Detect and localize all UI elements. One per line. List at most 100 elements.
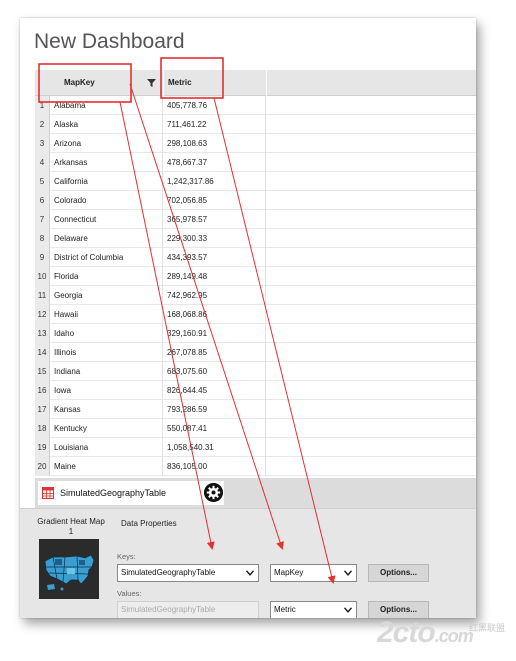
- table-row[interactable]: 6 Colorado 702,056.85: [35, 191, 476, 210]
- table-tab-bar: SimulatedGeographyTable: [35, 478, 476, 508]
- table-row[interactable]: 9 District of Columbia 434,393.57: [35, 248, 476, 267]
- table-row[interactable]: 4 Arkansas 478,667.37: [35, 153, 476, 172]
- values-column-value: Metric: [274, 605, 296, 614]
- row-number: 13: [35, 324, 50, 343]
- watermark-logo: 2cto.com: [377, 616, 474, 649]
- mapkey-cell: Florida: [50, 267, 163, 286]
- mapkey-cell: Delaware: [50, 229, 163, 248]
- mapkey-cell: Kentucky: [50, 419, 163, 438]
- mapkey-cell: Alaska: [50, 115, 163, 134]
- table-row[interactable]: 8 Delaware 229,300.33: [35, 229, 476, 248]
- metric-cell: 229,300.33: [163, 229, 266, 248]
- chevron-down-icon: [246, 570, 254, 576]
- metric-cell: 683,075.60: [163, 362, 266, 381]
- table-body: 1 Alabama 405,778.76 2 Alaska 711,461.22 3 Ariz…: [35, 96, 476, 476]
- mapkey-cell: Maine: [50, 457, 163, 476]
- table-row[interactable]: 1 Alabama 405,778.76: [35, 96, 476, 115]
- table-row[interactable]: 10 Florida 289,149.48: [35, 267, 476, 286]
- metric-cell: 298,108.63: [163, 134, 266, 153]
- keys-table-select[interactable]: SimulatedGeographyTable: [117, 564, 259, 582]
- keys-column-value: MapKey: [274, 568, 304, 577]
- mapkey-cell: Georgia: [50, 286, 163, 305]
- metric-cell: 1,058,540.31: [163, 438, 266, 457]
- table-row[interactable]: 19 Louisiana 1,058,540.31: [35, 438, 476, 457]
- row-number: 10: [35, 267, 50, 286]
- row-number: 17: [35, 400, 50, 419]
- metric-cell: 478,667.37: [163, 153, 266, 172]
- values-table-value: SimulatedGeographyTable: [121, 605, 216, 614]
- tab-simulated-geography-table[interactable]: SimulatedGeographyTable: [38, 481, 224, 505]
- chevron-down-icon: [344, 607, 352, 613]
- metric-cell: 711,461.22: [163, 115, 266, 134]
- metric-cell: 168,068.86: [163, 305, 266, 324]
- data-table: MapKey Metric 1 Alabama 405,778.76 2 Alaska 7…: [35, 70, 476, 476]
- table-row[interactable]: 3 Arizona 298,108.63: [35, 134, 476, 153]
- column-header-mapkey[interactable]: MapKey: [50, 70, 160, 96]
- metric-cell: 550,087.41: [163, 419, 266, 438]
- mapkey-cell: Arizona: [50, 134, 163, 153]
- mapkey-cell: Arkansas: [50, 153, 163, 172]
- mapkey-cell: California: [50, 172, 163, 191]
- metric-cell: 826,644.45: [163, 381, 266, 400]
- site-watermark: 2cto.com 红黑联盟: [377, 616, 516, 658]
- row-number: 12: [35, 305, 50, 324]
- row-number: 18: [35, 419, 50, 438]
- row-number: 3: [35, 134, 50, 153]
- table-row[interactable]: 12 Hawaii 168,068.86: [35, 305, 476, 324]
- metric-cell: 267,078.85: [163, 343, 266, 362]
- row-number: 14: [35, 343, 50, 362]
- table-row[interactable]: 11 Georgia 742,962.95: [35, 286, 476, 305]
- table-row[interactable]: 13 Idaho 329,160.91: [35, 324, 476, 343]
- table-row[interactable]: 15 Indiana 683,075.60: [35, 362, 476, 381]
- table-row[interactable]: 5 California 1,242,317.86: [35, 172, 476, 191]
- table-row[interactable]: 17 Kansas 793,286.59: [35, 400, 476, 419]
- table-row[interactable]: 16 Iowa 826,644.45: [35, 381, 476, 400]
- table-row[interactable]: 20 Maine 836,105.00: [35, 457, 476, 476]
- dashboard-window: New Dashboard MapKey Metric 1 Alabama 405,…: [20, 18, 476, 618]
- page-title: New Dashboard: [34, 30, 185, 53]
- values-label: Values:: [117, 589, 142, 598]
- filter-icon[interactable]: [147, 79, 156, 87]
- metric-cell: 702,056.85: [163, 191, 266, 210]
- table-icon: [42, 487, 54, 499]
- values-column-select[interactable]: Metric: [270, 601, 357, 618]
- keys-label: Keys:: [117, 552, 136, 561]
- row-number: 2: [35, 115, 50, 134]
- values-table-select: SimulatedGeographyTable: [117, 601, 259, 618]
- table-row[interactable]: 2 Alaska 711,461.22: [35, 115, 476, 134]
- metric-cell: 329,160.91: [163, 324, 266, 343]
- row-number: 8: [35, 229, 50, 248]
- chevron-down-icon: [344, 570, 352, 576]
- visualization-label: Gradient Heat Map 1: [37, 517, 105, 536]
- data-properties-title: Data Properties: [121, 519, 177, 528]
- row-number: 4: [35, 153, 50, 172]
- keys-table-value: SimulatedGeographyTable: [121, 568, 216, 577]
- table-header: MapKey Metric: [35, 70, 476, 96]
- metric-cell: 434,393.57: [163, 248, 266, 267]
- gear-icon[interactable]: [204, 483, 223, 502]
- metric-cell: 742,962.95: [163, 286, 266, 305]
- row-number: 19: [35, 438, 50, 457]
- row-number: 5: [35, 172, 50, 191]
- row-number: 6: [35, 191, 50, 210]
- row-number: 1: [35, 96, 50, 115]
- keys-options-button[interactable]: Options...: [368, 564, 429, 582]
- table-row[interactable]: 14 Illinois 267,078.85: [35, 343, 476, 362]
- metric-cell: 289,149.48: [163, 267, 266, 286]
- tab-label: SimulatedGeographyTable: [60, 488, 167, 498]
- metric-cell: 405,778.76: [163, 96, 266, 115]
- row-number: 11: [35, 286, 50, 305]
- row-number: 9: [35, 248, 50, 267]
- us-map-thumbnail[interactable]: [39, 539, 99, 599]
- column-header-metric[interactable]: Metric: [163, 70, 266, 96]
- mapkey-cell: Colorado: [50, 191, 163, 210]
- metric-cell: 836,105.00: [163, 457, 266, 476]
- row-number: 15: [35, 362, 50, 381]
- mapkey-cell: Indiana: [50, 362, 163, 381]
- mapkey-cell: Illinois: [50, 343, 163, 362]
- watermark-cn: 红黑联盟: [469, 623, 506, 633]
- keys-column-select[interactable]: MapKey: [270, 564, 357, 582]
- table-row[interactable]: 18 Kentucky 550,087.41: [35, 419, 476, 438]
- table-row[interactable]: 7 Connecticut 365,978.57: [35, 210, 476, 229]
- mapkey-cell: Alabama: [50, 96, 163, 115]
